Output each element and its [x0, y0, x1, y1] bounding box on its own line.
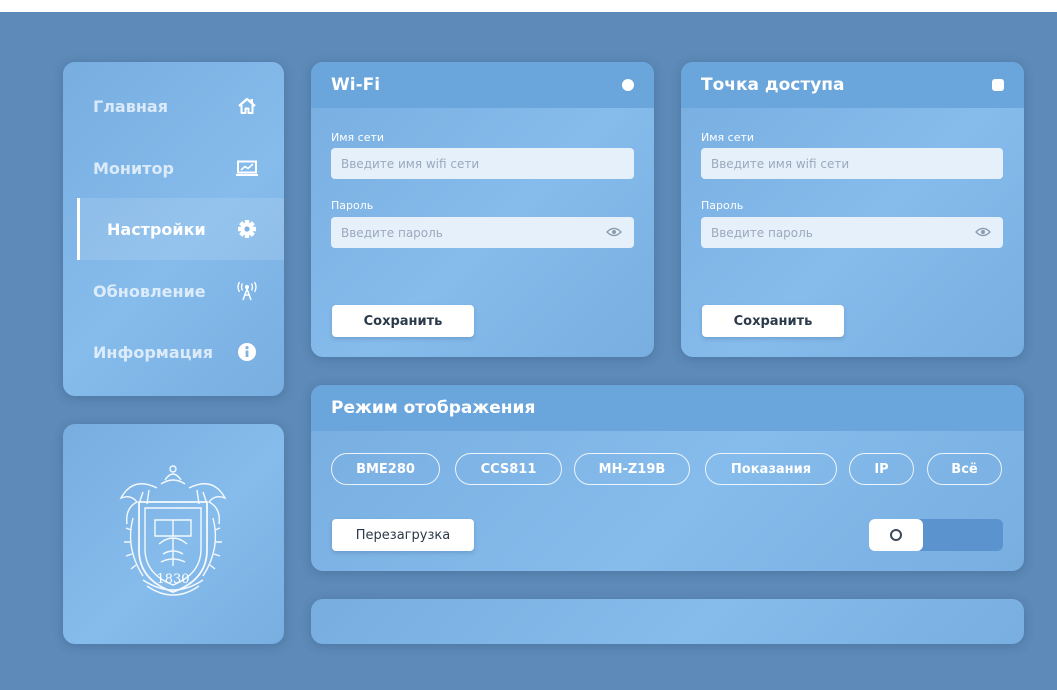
- university-emblem-card: 1830: [63, 424, 284, 644]
- sidebar-item-monitor[interactable]: Монитор: [63, 137, 284, 199]
- access-point-panel: Точка доступа Имя сети Введите имя wifi …: [681, 62, 1024, 357]
- university-emblem-icon: 1830: [119, 465, 227, 596]
- pill-label: Всё: [951, 461, 978, 477]
- ap-save-label: Сохранить: [733, 313, 813, 329]
- pill-label: BME280: [356, 461, 415, 477]
- sidebar-item-label: Настройки: [107, 219, 206, 239]
- pill-label: MH-Z19B: [598, 461, 666, 477]
- wifi-status-dot-icon: [622, 79, 634, 91]
- ap-title: Точка доступа: [701, 75, 845, 95]
- eye-icon[interactable]: [975, 226, 991, 240]
- home-icon: [236, 95, 258, 117]
- sidebar-item-update[interactable]: Обновление: [63, 260, 284, 322]
- eye-icon[interactable]: [606, 226, 622, 240]
- wifi-password-placeholder: Введите пароль: [341, 225, 443, 240]
- ap-ssid-input[interactable]: Введите имя wifi сети: [701, 148, 1003, 179]
- status-bar: [311, 599, 1024, 644]
- wifi-title: Wi-Fi: [331, 75, 381, 95]
- mode-pill-ip[interactable]: IP: [849, 453, 914, 485]
- wifi-save-button[interactable]: Сохранить: [332, 305, 474, 337]
- top-strip: [0, 0, 1057, 12]
- ap-status-square-icon: [992, 79, 1004, 91]
- ap-password-label: Пароль: [701, 199, 744, 212]
- monitor-icon: [236, 157, 258, 179]
- mode-pill-mhz19b[interactable]: MH-Z19B: [574, 453, 690, 485]
- sidebar-item-settings[interactable]: Настройки: [77, 198, 284, 260]
- pill-label: CCS811: [480, 461, 537, 477]
- gear-icon: [236, 218, 258, 240]
- ap-ssid-label: Имя сети: [701, 131, 755, 144]
- sidebar-item-label: Монитор: [93, 158, 174, 178]
- toggle-off-icon: [890, 529, 902, 541]
- sidebar-nav: Главная Монитор Настройки Обновление Инф…: [63, 62, 284, 396]
- wifi-password-input[interactable]: Введите пароль: [331, 217, 634, 248]
- pill-label: Показания: [730, 461, 812, 477]
- ap-panel-header: Точка доступа: [681, 62, 1024, 108]
- wifi-ssid-placeholder: Введите имя wifi сети: [341, 156, 480, 171]
- reboot-label: Перезагрузка: [355, 527, 451, 543]
- wifi-ssid-label: Имя сети: [331, 131, 385, 144]
- reboot-button[interactable]: Перезагрузка: [332, 519, 474, 551]
- display-toggle[interactable]: [869, 519, 1003, 551]
- ap-password-input[interactable]: Введите пароль: [701, 217, 1003, 248]
- mode-pill-ccs811[interactable]: CCS811: [455, 453, 562, 485]
- toggle-knob: [869, 519, 923, 551]
- ap-save-button[interactable]: Сохранить: [702, 305, 844, 337]
- emblem-year: 1830: [156, 572, 189, 587]
- sidebar-item-home[interactable]: Главная: [63, 75, 284, 137]
- display-mode-title: Режим отображения: [331, 398, 536, 418]
- sidebar-item-info[interactable]: Информация: [63, 321, 284, 383]
- mode-pill-all[interactable]: Всё: [927, 453, 1002, 485]
- wifi-save-label: Сохранить: [363, 313, 443, 329]
- ap-ssid-placeholder: Введите имя wifi сети: [711, 156, 850, 171]
- wifi-password-label: Пароль: [331, 199, 374, 212]
- ap-password-placeholder: Введите пароль: [711, 225, 813, 240]
- wifi-panel-header: Wi-Fi: [311, 62, 654, 108]
- info-icon: [236, 341, 258, 363]
- display-mode-header: Режим отображения: [311, 385, 1024, 431]
- sidebar-item-label: Информация: [93, 342, 213, 362]
- sidebar-item-label: Обновление: [93, 281, 206, 301]
- wifi-ssid-input[interactable]: Введите имя wifi сети: [331, 148, 634, 179]
- sidebar-item-label: Главная: [93, 96, 168, 116]
- pill-label: IP: [874, 461, 889, 477]
- wifi-panel: Wi-Fi Имя сети Введите имя wifi сети Пар…: [311, 62, 654, 357]
- mode-pill-bme280[interactable]: BME280: [331, 453, 440, 485]
- antenna-icon: [236, 280, 258, 302]
- mode-pill-readings[interactable]: Показания: [705, 453, 837, 485]
